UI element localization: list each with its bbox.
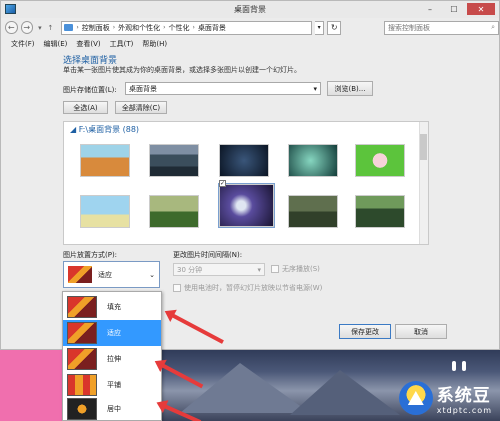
gallery-scrollbar[interactable]: [419, 122, 428, 244]
back-button[interactable]: ←: [5, 21, 18, 34]
maximize-button[interactable]: ☐: [443, 3, 465, 15]
titlebar: 桌面背景 – ☐ ✕: [1, 1, 499, 18]
wallpaper-thumbnail[interactable]: [288, 195, 338, 228]
location-select[interactable]: 桌面背景 ▾: [125, 82, 321, 95]
menu-bar: 文件(F) 编辑(E) 查看(V) 工具(T) 帮助(H): [1, 37, 499, 50]
address-dropdown-icon[interactable]: ▾: [314, 20, 325, 35]
breadcrumb-item[interactable]: 控制面板: [82, 23, 110, 33]
watermark: 系统豆 xtdptc.com: [398, 381, 492, 415]
position-selected-value: 适应: [98, 270, 112, 279]
address-bar: ← → ▾ ↑ › 控制面板 › 外观和个性化 › 个性化 › 桌面背景 ▾ ↻…: [1, 18, 499, 37]
cancel-button[interactable]: 取消: [395, 324, 447, 339]
position-option-fill[interactable]: 填充: [63, 294, 161, 320]
position-option-stretch[interactable]: 拉伸: [63, 346, 161, 372]
recent-pages-chevron-icon[interactable]: ▾: [36, 24, 44, 32]
breadcrumb-item[interactable]: 个性化: [169, 23, 190, 33]
stretch-preview-icon: [67, 348, 97, 370]
close-button[interactable]: ✕: [467, 3, 495, 15]
watermark-cn-text: 系统豆: [436, 386, 491, 406]
position-select[interactable]: 适应 ⌄: [63, 261, 160, 288]
up-button[interactable]: ↑: [47, 24, 55, 32]
chevron-down-icon: ▾: [257, 265, 261, 274]
minimize-button[interactable]: –: [419, 3, 441, 15]
position-preview-icon: [68, 266, 92, 283]
watermark-logo-icon: [398, 381, 433, 415]
menu-file[interactable]: 文件(F): [11, 39, 35, 49]
tile-preview-icon: [67, 374, 97, 396]
menu-edit[interactable]: 编辑(E): [44, 39, 68, 49]
dialog-buttons: 保存更改 取消: [339, 324, 447, 339]
wallpaper-preview: 系统豆 xtdptc.com: [160, 345, 500, 421]
clear-all-button[interactable]: 全部清除(C): [115, 101, 167, 114]
position-option-fit[interactable]: 适应: [63, 320, 161, 346]
fit-preview-icon: [67, 322, 97, 344]
gallery-folder-header[interactable]: ◢ F:\桌面背景 (88): [70, 124, 139, 135]
menu-tools[interactable]: 工具(T): [110, 39, 134, 49]
location-label: 图片存储位置(L):: [63, 86, 117, 94]
picture-gallery: ◢ F:\桌面背景 (88) ✓: [63, 121, 429, 245]
wallpaper-thumbnail[interactable]: [149, 144, 199, 177]
select-all-button[interactable]: 全选(A): [63, 101, 108, 114]
wallpaper-thumbnail[interactable]: [219, 144, 269, 177]
menu-view[interactable]: 查看(V): [76, 39, 100, 49]
wallpaper-thumbnail[interactable]: [355, 195, 405, 228]
shuffle-checkbox[interactable]: 无序播放(S): [271, 264, 320, 274]
interval-label: 更改图片时间间隔(N):: [173, 251, 243, 259]
menu-help[interactable]: 帮助(H): [142, 39, 167, 49]
chevron-down-icon: ⌄: [149, 270, 155, 279]
fill-preview-icon: [67, 296, 97, 318]
watermark-en-text: xtdptc.com: [436, 406, 492, 415]
battery-checkbox[interactable]: 使用电池时，暂停幻灯片放映以节省电源(W): [173, 283, 322, 293]
folder-icon: [64, 24, 74, 31]
chevron-down-icon: ▾: [313, 84, 317, 93]
checkbox[interactable]: [173, 284, 181, 292]
position-option-center[interactable]: 居中: [63, 396, 161, 421]
interval-select[interactable]: 30 分钟 ▾: [173, 263, 265, 276]
location-value: 桌面背景: [129, 84, 157, 93]
checkbox[interactable]: [271, 265, 279, 273]
refresh-button[interactable]: ↻: [327, 20, 341, 35]
position-dropdown-list: 填充 适应 拉伸 平铺 居中: [62, 291, 162, 421]
scrollbar-thumb[interactable]: [420, 134, 427, 160]
page-description: 单击某一张图片使其成为你的桌面背景，或选择多张图片以创建一个幻灯片。: [63, 66, 301, 74]
search-input[interactable]: [387, 23, 488, 32]
checkbox-checked-icon[interactable]: ✓: [219, 180, 226, 187]
breadcrumb-item[interactable]: 桌面背景: [198, 23, 226, 33]
wallpaper-thumbnail[interactable]: [288, 144, 338, 177]
wallpaper-thumbnail[interactable]: [80, 144, 130, 177]
wallpaper-thumbnail[interactable]: [355, 144, 405, 177]
mountain-shape: [290, 370, 400, 415]
position-label: 图片放置方式(P):: [63, 251, 118, 259]
breadcrumb-item[interactable]: 外观和个性化: [118, 23, 160, 33]
wallpaper-thumbnail[interactable]: [80, 195, 130, 228]
breadcrumb[interactable]: › 控制面板 › 外观和个性化 › 个性化 › 桌面背景: [61, 20, 312, 35]
forward-button[interactable]: →: [20, 21, 34, 34]
wallpaper-thumbnail[interactable]: [149, 195, 199, 228]
position-option-tile[interactable]: 平铺: [63, 372, 161, 398]
moon-shape: [452, 361, 456, 371]
main-content: 选择桌面背景 单击某一张图片使其成为你的桌面背景，或选择多张图片以创建一个幻灯片…: [53, 53, 441, 313]
wallpaper-thumbnail-selected[interactable]: ✓: [218, 180, 275, 228]
collapse-chevron-icon[interactable]: ◢: [70, 125, 79, 134]
center-preview-icon: [67, 398, 97, 420]
search-box[interactable]: ⌕: [383, 20, 499, 35]
save-button[interactable]: 保存更改: [339, 324, 391, 339]
browse-button[interactable]: 浏览(B)...: [327, 81, 373, 96]
search-icon[interactable]: ⌕: [491, 23, 495, 32]
